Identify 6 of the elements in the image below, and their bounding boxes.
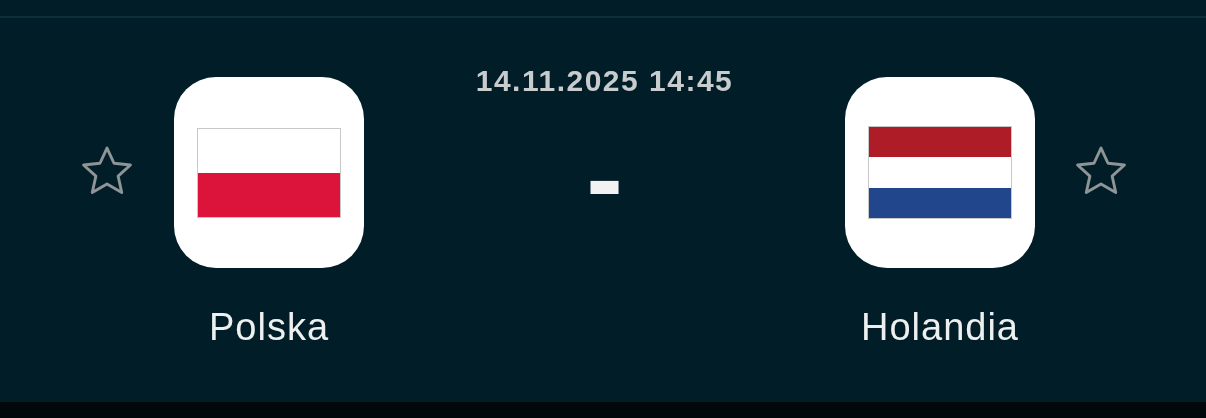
team-name: Holandia [861,306,1019,349]
match-score: - [586,138,623,218]
team-name: Polska [208,306,330,349]
match-datetime: 14.11.2025 14:45 [475,64,734,98]
flag-icon [197,127,341,218]
flag-icon [868,126,1012,219]
